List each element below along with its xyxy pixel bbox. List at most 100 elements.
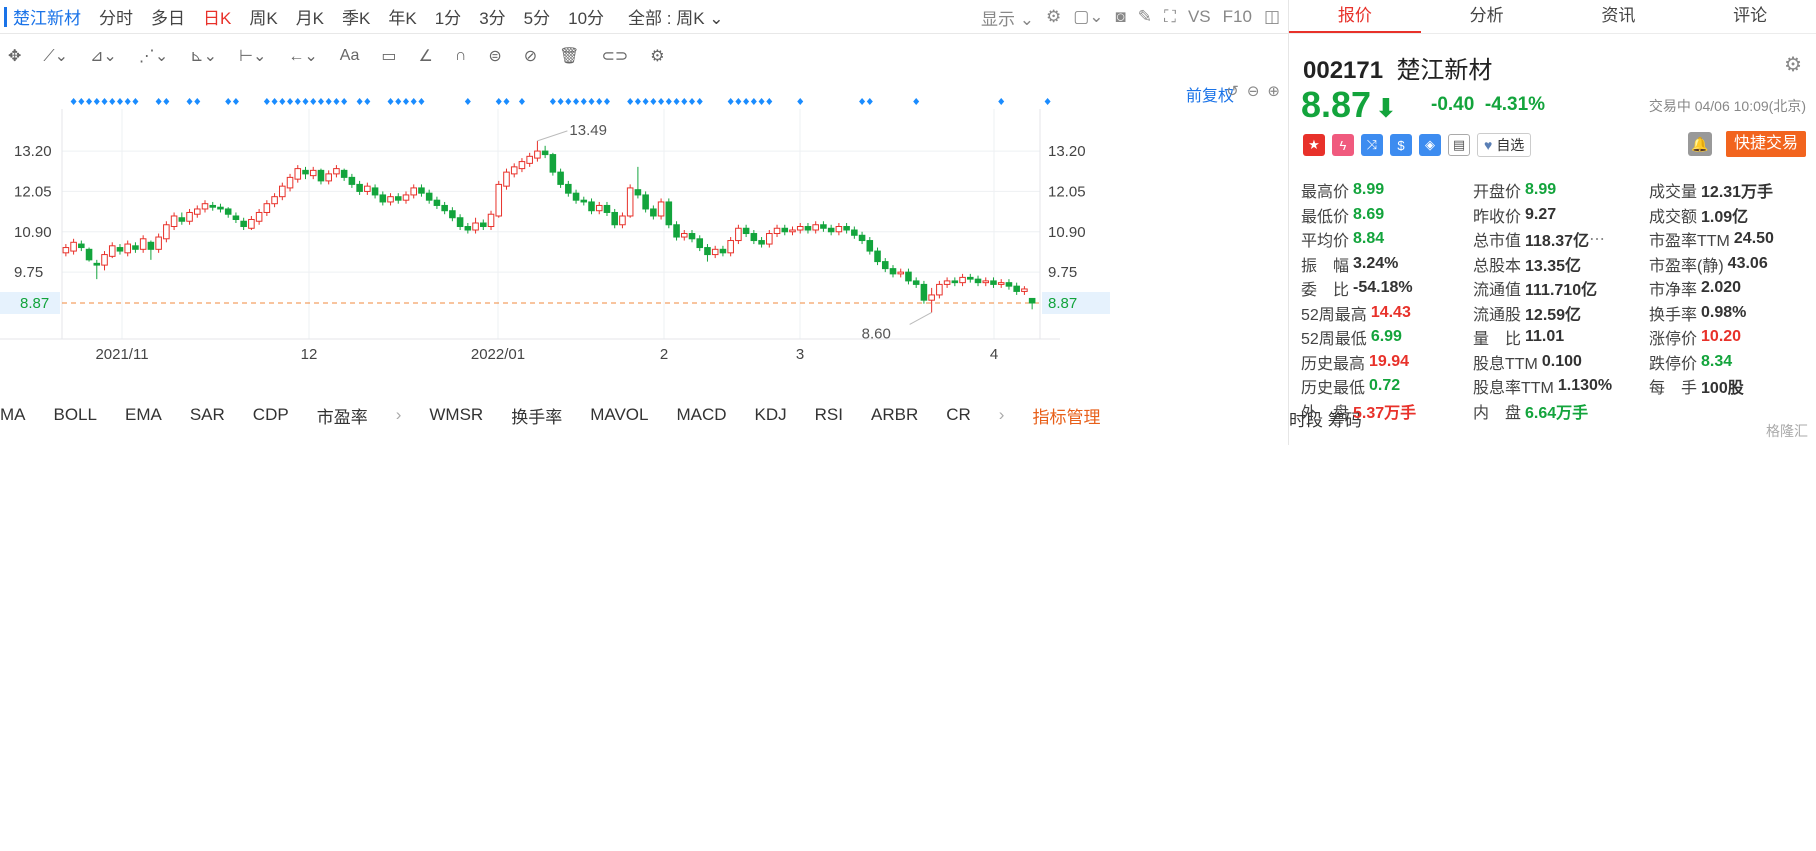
magnet-icon[interactable]: ∩ (455, 47, 467, 65)
signal-marker (263, 98, 270, 105)
tab-1[interactable]: 分析 (1421, 0, 1553, 33)
fullscreen-icon[interactable]: ⛶ (1164, 7, 1176, 27)
indicator-b-2[interactable]: MAVOL (590, 405, 648, 425)
session-chip-button[interactable]: 时段 筹码 (1289, 406, 1816, 851)
square-icon[interactable]: ▢⌄ (1073, 7, 1103, 27)
indicator-b-6[interactable]: ARBR (871, 405, 918, 425)
measure-tool-icon[interactable]: ⊾⌄ (190, 46, 217, 66)
period-2[interactable]: 日K (203, 4, 231, 29)
indicator-manager-button[interactable]: 指标管理 (1032, 403, 1100, 428)
indicator-a-0[interactable]: MA (0, 405, 26, 425)
tab-3[interactable]: 评论 (1684, 0, 1816, 33)
candle-body (719, 248, 727, 254)
shuffle-icon[interactable]: ⤨ (1361, 134, 1383, 156)
move-icon[interactable]: ✥ (8, 46, 21, 66)
candle-body (565, 183, 572, 194)
period-8[interactable]: 3分 (479, 4, 505, 29)
range-tool-icon[interactable]: ⊢⌄ (239, 46, 266, 66)
hide-icon[interactable]: ⊘ (524, 46, 537, 66)
indicator-a-1[interactable]: BOLL (54, 405, 97, 425)
stat-value: 9.27 (1525, 205, 1557, 223)
link-icon[interactable]: ⊂⊃ (601, 46, 628, 66)
arrow-tool-icon[interactable]: ←⌄ (288, 46, 317, 66)
indicator-a-5[interactable]: 市盈率 (317, 403, 368, 428)
y-tick-label-right: 13.20 (1048, 143, 1086, 160)
period-10[interactable]: 10分 (568, 4, 604, 29)
stat-value: 11.01 (1525, 328, 1565, 346)
period-0[interactable]: 分时 (99, 4, 133, 29)
indicator-b-5[interactable]: RSI (815, 405, 843, 425)
candle-body (951, 280, 959, 284)
signal-marker (186, 98, 193, 105)
stock-name-tab[interactable]: 楚江新材 (0, 4, 81, 29)
indicator-a-2[interactable]: EMA (125, 405, 162, 425)
period-7[interactable]: 1分 (435, 4, 461, 29)
display-menu[interactable]: 显示 ⌄ (981, 5, 1034, 30)
y-tick-label-left: 13.20 (14, 143, 52, 160)
period-4[interactable]: 月K (296, 4, 324, 29)
pen-icon[interactable]: ✎ (1138, 7, 1152, 27)
indicator-b-4[interactable]: KDJ (755, 405, 787, 425)
indicator-b-0[interactable]: WMSR (429, 405, 483, 425)
comment-tool-icon[interactable]: ▭ (381, 46, 396, 66)
chevron-right-icon[interactable]: › (396, 405, 402, 425)
angle-tool-icon[interactable]: ∠ (419, 46, 433, 66)
settings-icon[interactable]: ⚙ (1046, 7, 1061, 27)
candle-body (680, 233, 688, 238)
signal-marker (325, 98, 332, 105)
candle-body (688, 233, 696, 240)
badge-row: ★ ϟ ⤨ $ ◈ ▤ ♥ 自选 (1303, 132, 1532, 158)
range-select[interactable]: 全部 : 周K ⌄ (628, 4, 724, 29)
stat-value: 8.99 (1525, 181, 1557, 199)
candlestick-chart[interactable]: 9.75 9.75 10.90 10.90 12.05 12.05 13.20 13.20 8.… (0, 94, 1288, 370)
candle-body (309, 169, 317, 177)
panel-toggle-icon[interactable]: ◫ (1264, 7, 1280, 27)
indicator-b-1[interactable]: 换手率 (511, 403, 562, 428)
period-5[interactable]: 季K (342, 4, 370, 29)
settings-icon[interactable]: ⚙ (1784, 52, 1802, 77)
period-1[interactable]: 多日 (151, 4, 185, 29)
indicator-b-7[interactable]: CR (946, 405, 971, 425)
indicator-b-3[interactable]: MACD (676, 405, 726, 425)
lightning-icon[interactable]: ϟ (1332, 134, 1354, 156)
stat-cell: 历史最高 19.94 (1301, 350, 1473, 374)
polyline-tool-icon[interactable]: ⊿⌄ (90, 46, 117, 66)
gear-icon[interactable]: ⚙ (650, 46, 664, 66)
tab-2[interactable]: 资讯 (1553, 0, 1685, 33)
signal-marker (287, 98, 294, 105)
lock-icon[interactable]: ⊜ (488, 46, 501, 66)
note-icon[interactable]: ▤ (1448, 134, 1470, 156)
stat-row: 52周最高 14.43 流通股 12.59亿 换手率 0.98% (1301, 301, 1811, 326)
candle-body (905, 271, 912, 282)
dollar-icon[interactable]: $ (1390, 134, 1412, 156)
bell-icon[interactable]: 🔔 (1688, 132, 1712, 156)
tag-icon[interactable]: ◈ (1419, 134, 1441, 156)
camera-icon[interactable]: ◙ (1116, 7, 1126, 27)
more-icon[interactable]: ⋯ (1589, 229, 1605, 249)
add-watchlist-button[interactable]: ♥ 自选 (1477, 133, 1532, 157)
stat-value: 43.06 (1727, 254, 1768, 272)
indicator-a-4[interactable]: CDP (253, 405, 289, 425)
candle-body (673, 224, 680, 238)
indicator-a-3[interactable]: SAR (190, 405, 225, 425)
line-tool-icon[interactable]: ⟋⌄ (43, 46, 68, 66)
wave-tool-icon[interactable]: ⋰⌄ (139, 46, 168, 66)
candle-body (843, 226, 850, 231)
period-toolbar: 楚江新材 分时 多日 日K 周K 月K 季K 年K 1分 3分 5分 10分 全部 : 周K ⌄ 显… (0, 0, 1288, 34)
period-3[interactable]: 周K (249, 4, 277, 29)
period-6[interactable]: 年K (388, 4, 416, 29)
tab-0[interactable]: 报价 (1289, 0, 1421, 33)
f10-button[interactable]: F10 (1223, 7, 1252, 27)
stat-value: 3.24% (1353, 254, 1399, 272)
period-9[interactable]: 5分 (524, 4, 550, 29)
text-tool-icon[interactable]: Aa (340, 47, 360, 65)
candle-body (920, 283, 928, 301)
quick-trade-button[interactable]: 快捷交易 (1725, 131, 1806, 157)
signal-marker (109, 98, 116, 105)
vs-button[interactable]: VS (1188, 7, 1211, 27)
candle-body (990, 280, 997, 285)
stat-label: 流通股 (1473, 306, 1522, 324)
chevron-right-icon[interactable]: › (999, 405, 1005, 425)
candle-body (70, 241, 77, 252)
delete-icon[interactable]: 🗑 (559, 46, 579, 66)
